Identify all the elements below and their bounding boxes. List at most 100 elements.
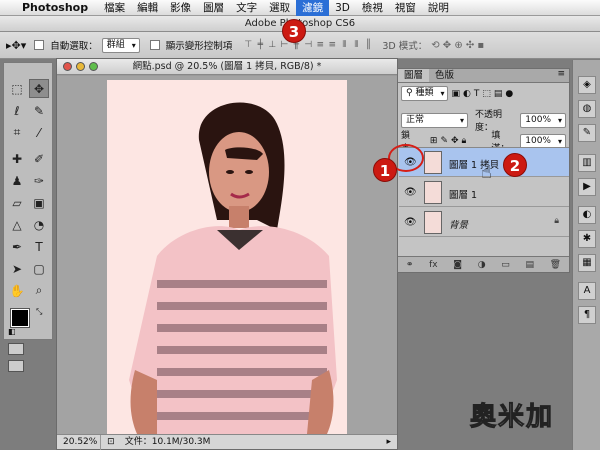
- quick-select-tool-icon[interactable]: ✎: [29, 101, 49, 120]
- panel-menu-icon[interactable]: ≡: [557, 69, 569, 82]
- character-panel-icon[interactable]: A: [578, 282, 596, 300]
- paragraph-panel-icon[interactable]: ¶: [578, 306, 596, 324]
- filter-smart-icon[interactable]: ▤: [494, 89, 503, 99]
- filter-type-icon[interactable]: T: [474, 89, 480, 99]
- distribute-icon[interactable]: ⫴: [350, 39, 362, 51]
- visibility-eye-icon[interactable]: 👁︎: [404, 187, 417, 198]
- tab-channels[interactable]: 色版: [429, 69, 460, 82]
- blend-mode-dropdown[interactable]: 正常: [401, 112, 468, 128]
- eyedropper-tool-icon[interactable]: ⁄: [29, 123, 49, 142]
- layer-name[interactable]: 背景: [449, 217, 468, 231]
- foreground-color-swatch[interactable]: [10, 308, 30, 328]
- auto-select-dropdown[interactable]: 群組: [101, 37, 140, 53]
- menu-layer[interactable]: 圖層: [197, 0, 230, 16]
- lock-all-icon[interactable]: 🔒︎: [462, 136, 467, 146]
- marquee-tool-icon[interactable]: ⬚: [7, 79, 27, 98]
- distribute-icon[interactable]: ≡: [326, 39, 338, 51]
- lasso-tool-icon[interactable]: ℓ: [7, 101, 27, 120]
- filter-shape-icon[interactable]: ⬚: [482, 89, 491, 99]
- distribute-icon[interactable]: ║: [362, 39, 374, 51]
- transform-controls-checkbox[interactable]: [149, 40, 160, 50]
- menu-edit[interactable]: 編輯: [131, 0, 164, 16]
- adjustment-layer-icon[interactable]: ◑: [478, 260, 486, 270]
- status-menu-icon[interactable]: ⊡: [104, 435, 118, 450]
- crop-tool-icon[interactable]: ⌗: [7, 123, 27, 142]
- close-window-icon[interactable]: [63, 62, 72, 71]
- paths-panel-icon[interactable]: ✎: [578, 124, 596, 142]
- swap-colors-icon[interactable]: ⤡: [36, 307, 42, 317]
- move-tool-preset-icon[interactable]: ▸✥▾: [6, 39, 26, 52]
- lock-position-icon[interactable]: ✥: [451, 136, 459, 146]
- menu-file[interactable]: 檔案: [98, 0, 131, 16]
- clone-stamp-icon[interactable]: ♟: [7, 171, 27, 190]
- type-tool-icon[interactable]: T: [29, 237, 49, 256]
- lock-image-icon[interactable]: ✎: [440, 136, 448, 146]
- auto-select-checkbox[interactable]: [34, 40, 45, 50]
- quick-mask-icon[interactable]: [8, 343, 24, 355]
- app-name[interactable]: Photoshop: [22, 1, 88, 14]
- filter-pixel-icon[interactable]: ▣: [451, 89, 460, 99]
- swatches-panel-icon[interactable]: ▦: [578, 254, 596, 272]
- distribute-icon[interactable]: ≡: [314, 39, 326, 51]
- align-bottom-icon[interactable]: ⊥: [266, 39, 278, 51]
- path-select-tool-icon[interactable]: ➤: [7, 259, 27, 278]
- new-group-icon[interactable]: ▭: [501, 260, 510, 270]
- fx-button[interactable]: fx: [429, 260, 438, 270]
- opacity-input[interactable]: 100%: [520, 112, 566, 128]
- layer-kind-filter[interactable]: ⚲ 種類: [401, 86, 449, 101]
- zoom-level[interactable]: 20.52%: [57, 435, 101, 450]
- dodge-tool-icon[interactable]: ◔: [29, 215, 49, 234]
- shape-tool-icon[interactable]: ▢: [29, 259, 49, 278]
- tab-layers[interactable]: 圖層: [398, 69, 430, 82]
- layers-panel-icon[interactable]: ◈: [578, 76, 596, 94]
- hand-tool-icon[interactable]: ✋: [7, 281, 27, 300]
- visibility-eye-icon[interactable]: 👁︎: [404, 217, 417, 228]
- menu-select[interactable]: 選取: [263, 0, 296, 16]
- 3d-mode-icons[interactable]: ⟲ ✥ ⊕ ✣ ▪: [431, 40, 484, 51]
- zoom-window-icon[interactable]: [89, 62, 98, 71]
- menu-image[interactable]: 影像: [164, 0, 197, 16]
- align-top-icon[interactable]: ⊤: [242, 39, 254, 51]
- menu-type[interactable]: 文字: [230, 0, 263, 16]
- filter-adjust-icon[interactable]: ◐: [463, 89, 471, 99]
- link-layers-icon[interactable]: ⚭: [406, 260, 414, 270]
- panel-tabs: 圖層 色版 ≡: [398, 69, 569, 83]
- adjustments-panel-icon[interactable]: ◐: [578, 206, 596, 224]
- brush-tool-icon[interactable]: ✐: [29, 149, 49, 168]
- new-layer-icon[interactable]: ▤: [525, 260, 534, 270]
- menu-filter[interactable]: 濾鏡: [296, 0, 330, 16]
- align-vcenter-icon[interactable]: ╪: [254, 39, 266, 51]
- history-panel-icon[interactable]: ▥: [578, 154, 596, 172]
- menu-window[interactable]: 視窗: [389, 0, 422, 16]
- menu-view[interactable]: 檢視: [356, 0, 389, 16]
- canvas-area[interactable]: [57, 76, 397, 434]
- default-colors-icon[interactable]: ◧: [8, 327, 16, 336]
- zoom-tool-icon[interactable]: ⌕: [29, 281, 49, 300]
- history-brush-icon[interactable]: ✑: [29, 171, 49, 190]
- styles-panel-icon[interactable]: ✱: [578, 230, 596, 248]
- layer-row[interactable]: 👁︎ 背景 🔒︎: [399, 208, 569, 237]
- delete-layer-icon[interactable]: 🗑︎: [550, 260, 561, 270]
- pen-tool-icon[interactable]: ✒: [7, 237, 27, 256]
- move-tool-icon[interactable]: ✥: [29, 79, 49, 98]
- add-mask-icon[interactable]: ◙: [453, 260, 462, 270]
- blur-tool-icon[interactable]: △: [7, 215, 27, 234]
- layer-name[interactable]: 圖層 1: [449, 187, 477, 201]
- minimize-window-icon[interactable]: [76, 62, 85, 71]
- document-title-bar: 網點.psd @ 20.5% (圖層 1 拷貝, RGB/8) *: [57, 59, 397, 75]
- distribute-icon[interactable]: ⫴: [338, 39, 350, 51]
- screen-mode-icon[interactable]: [8, 360, 24, 372]
- filter-toggle-icon[interactable]: ●: [505, 89, 513, 99]
- actions-panel-icon[interactable]: ▶: [578, 178, 596, 196]
- lock-transparent-icon[interactable]: ⊞: [430, 136, 438, 146]
- apple-icon[interactable]: [4, 1, 18, 15]
- menu-3d[interactable]: 3D: [329, 0, 356, 16]
- healing-brush-icon[interactable]: ✚: [7, 149, 27, 168]
- eraser-tool-icon[interactable]: ▱: [7, 193, 27, 212]
- channels-panel-icon[interactable]: ◍: [578, 100, 596, 118]
- status-arrow-icon[interactable]: ▸: [386, 435, 391, 450]
- gradient-tool-icon[interactable]: ▣: [29, 193, 49, 212]
- photo-canvas[interactable]: [107, 80, 347, 434]
- menu-help[interactable]: 說明: [422, 0, 455, 16]
- align-right-icon[interactable]: ⊣: [302, 39, 314, 51]
